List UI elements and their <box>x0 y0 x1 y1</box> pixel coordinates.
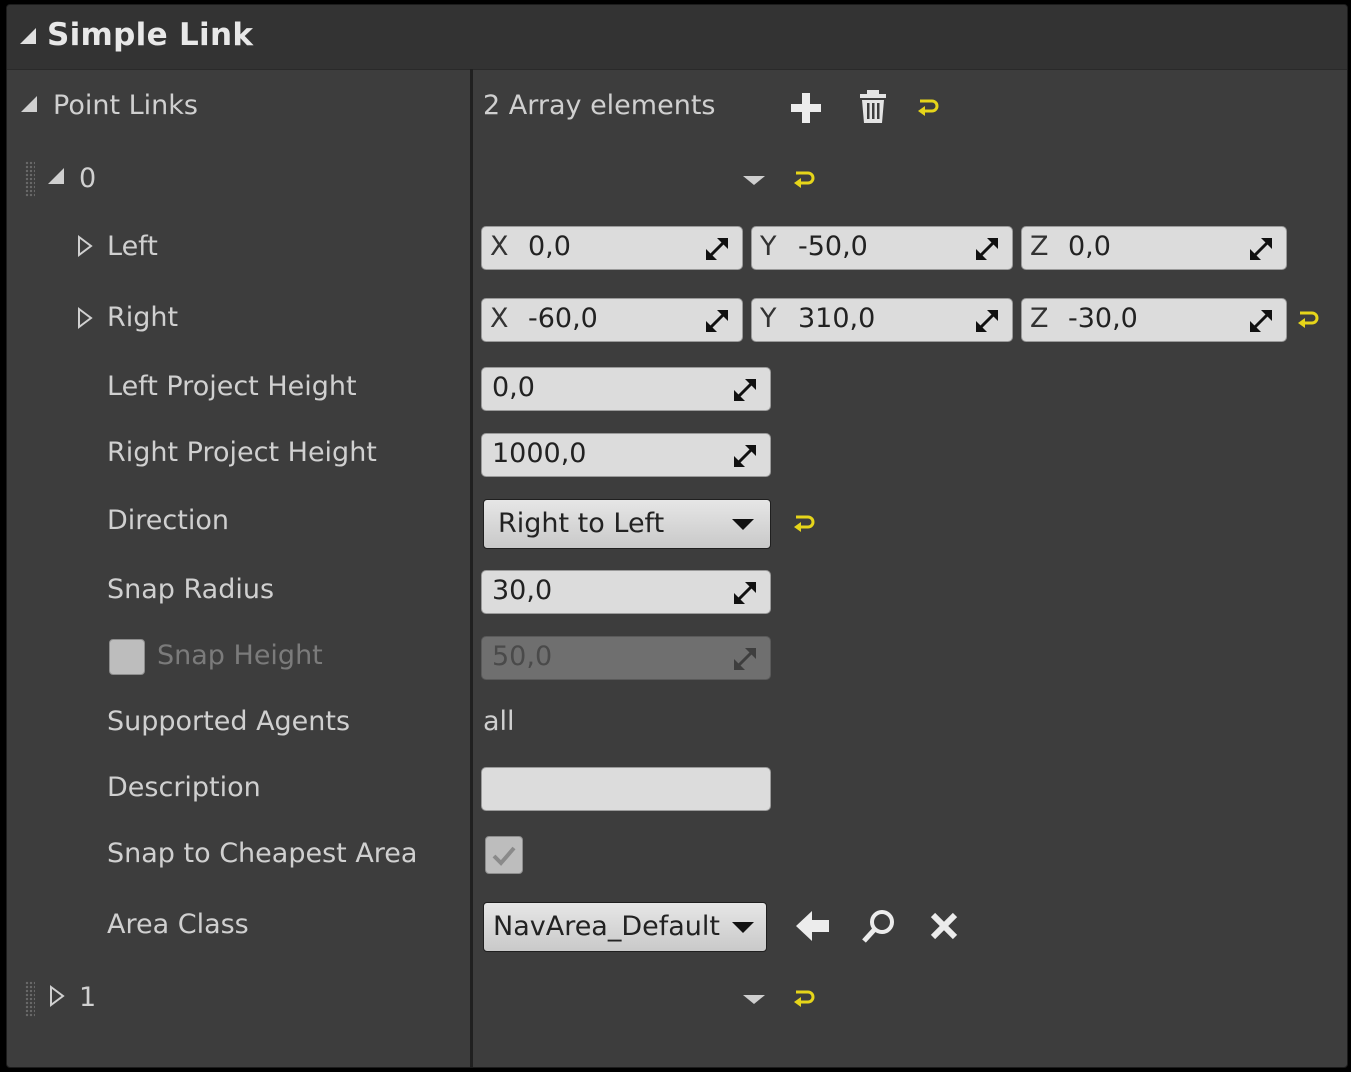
snap-radius-field[interactable]: 30,0 <box>481 570 771 614</box>
right-project-height-label: Right Project Height <box>107 437 377 468</box>
element-1-expand-icon[interactable] <box>49 985 65 1007</box>
reset-arrow-icon[interactable] <box>793 169 815 191</box>
left-project-height-field[interactable]: 0,0 <box>481 367 771 411</box>
right-z-value: -30,0 <box>1068 303 1138 334</box>
axis-label-y: Y <box>760 303 777 334</box>
snap-height-label: Snap Height <box>157 640 323 671</box>
element-1-menu-arrow-icon[interactable] <box>743 995 765 1004</box>
spin-drag-icon[interactable] <box>1250 238 1272 260</box>
drag-handle[interactable] <box>25 161 35 197</box>
supported-agents-value[interactable]: all <box>483 706 515 737</box>
arrow-left-icon[interactable] <box>795 909 831 943</box>
reset-arrow-icon[interactable] <box>793 988 815 1010</box>
supported-agents-label: Supported Agents <box>107 706 351 737</box>
snap-to-cheapest-area-label: Snap to Cheapest Area <box>107 838 418 869</box>
description-label: Description <box>107 772 261 803</box>
direction-label: Direction <box>107 505 229 536</box>
snap-height-override-checkbox[interactable] <box>109 639 145 675</box>
left-x-field[interactable]: X 0,0 <box>481 226 743 270</box>
left-expand-icon[interactable] <box>77 235 93 257</box>
snap-radius-label: Snap Radius <box>107 574 275 605</box>
area-class-label: Area Class <box>107 909 249 940</box>
drag-handle[interactable] <box>25 981 35 1017</box>
point-links-expand-icon[interactable] <box>20 95 38 113</box>
area-class-dropdown[interactable]: NavArea_Default <box>483 902 767 952</box>
right-y-value: 310,0 <box>798 303 876 334</box>
column-divider[interactable] <box>470 69 473 1067</box>
snap-height-field: 50,0 <box>481 636 771 680</box>
chevron-down-icon <box>732 519 754 530</box>
spin-drag-icon[interactable] <box>976 310 998 332</box>
plus-icon[interactable] <box>789 91 823 125</box>
right-project-height-field[interactable]: 1000,0 <box>481 433 771 477</box>
left-project-height-value: 0,0 <box>492 372 535 403</box>
axis-label-x: X <box>490 231 509 262</box>
right-label: Right <box>107 302 179 333</box>
axis-label-x: X <box>490 303 509 334</box>
spin-drag-icon[interactable] <box>706 238 728 260</box>
left-label: Left <box>107 231 158 262</box>
right-project-height-value: 1000,0 <box>492 438 587 469</box>
axis-label-y: Y <box>760 231 777 262</box>
spin-drag-icon[interactable] <box>1250 310 1272 332</box>
axis-label-z: Z <box>1030 231 1049 262</box>
section-title: Simple Link <box>47 17 254 53</box>
reset-arrow-icon[interactable] <box>917 97 939 119</box>
left-y-field[interactable]: Y -50,0 <box>751 226 1013 270</box>
section-header-simple-link[interactable]: Simple Link <box>7 5 1347 70</box>
checkmark-icon <box>492 846 516 866</box>
search-icon[interactable] <box>861 908 897 944</box>
spin-drag-icon[interactable] <box>706 310 728 332</box>
description-input[interactable] <box>481 767 771 811</box>
right-z-field[interactable]: Z -30,0 <box>1021 298 1287 342</box>
spin-drag-icon[interactable] <box>734 582 756 604</box>
chevron-down-icon <box>732 922 754 933</box>
left-x-value: 0,0 <box>528 231 571 262</box>
snap-radius-value: 30,0 <box>492 575 553 606</box>
left-project-height-label: Left Project Height <box>107 371 357 402</box>
right-x-field[interactable]: X -60,0 <box>481 298 743 342</box>
snap-height-value: 50,0 <box>492 641 553 672</box>
left-y-value: -50,0 <box>798 231 868 262</box>
left-z-value: 0,0 <box>1068 231 1111 262</box>
spin-drag-icon[interactable] <box>734 445 756 467</box>
spin-drag-icon <box>734 648 756 670</box>
right-x-value: -60,0 <box>528 303 598 334</box>
trash-icon[interactable] <box>858 89 888 125</box>
snap-to-cheapest-area-checkbox[interactable] <box>485 836 523 874</box>
direction-value: Right to Left <box>498 508 665 539</box>
array-count-text: 2 Array elements <box>483 90 716 121</box>
left-z-field[interactable]: Z 0,0 <box>1021 226 1287 270</box>
axis-label-z: Z <box>1030 303 1049 334</box>
point-links-label: Point Links <box>53 90 198 121</box>
right-expand-icon[interactable] <box>77 307 93 329</box>
spin-drag-icon[interactable] <box>734 379 756 401</box>
element-0-menu-arrow-icon[interactable] <box>743 176 765 185</box>
collapse-triangle-icon <box>20 28 36 44</box>
details-panel: Simple Link Point Links 2 Array elements… <box>6 4 1348 1068</box>
element-0-label: 0 <box>79 163 97 194</box>
reset-arrow-icon[interactable] <box>1297 309 1319 331</box>
area-class-value: NavArea_Default <box>493 911 721 942</box>
direction-dropdown[interactable]: Right to Left <box>483 499 771 549</box>
element-1-label: 1 <box>79 982 97 1013</box>
reset-arrow-icon[interactable] <box>793 513 815 535</box>
close-icon[interactable] <box>929 911 959 941</box>
right-y-field[interactable]: Y 310,0 <box>751 298 1013 342</box>
element-0-expand-icon[interactable] <box>47 167 65 185</box>
spin-drag-icon[interactable] <box>976 238 998 260</box>
